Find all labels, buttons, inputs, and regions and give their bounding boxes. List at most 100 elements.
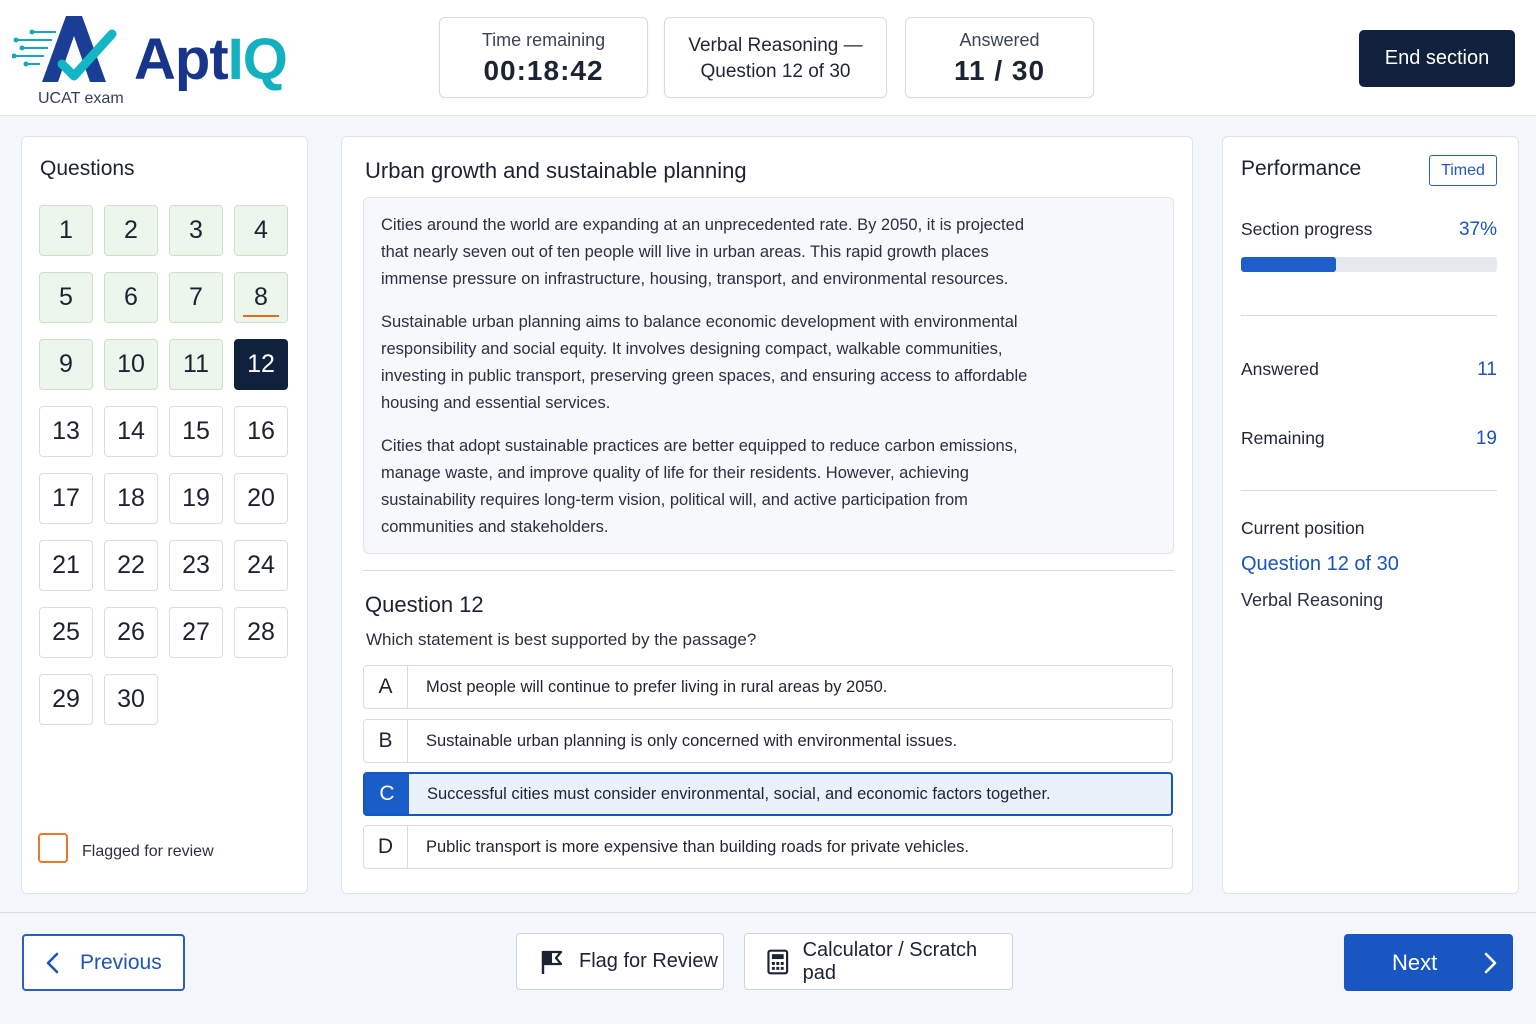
- question-nav-9[interactable]: 9: [39, 339, 93, 390]
- question-nav-number: 16: [247, 417, 275, 445]
- flag-legend-label: Flagged for review: [82, 843, 214, 860]
- answer-option-c[interactable]: C Successful cities must consider enviro…: [363, 772, 1173, 816]
- question-nav-19[interactable]: 19: [169, 473, 223, 524]
- question-nav-23[interactable]: 23: [169, 540, 223, 591]
- question-nav-11[interactable]: 11: [169, 339, 223, 390]
- answered-row: Answered 11: [1241, 359, 1497, 381]
- section-progress-label: Section progress: [1241, 219, 1373, 239]
- question-nav-8[interactable]: 8: [234, 272, 288, 323]
- next-label: Next: [1392, 949, 1438, 975]
- current-section-name: Verbal Reasoning: [1241, 590, 1384, 610]
- question-nav-number: 14: [117, 417, 145, 445]
- section-progress-row: Section progress 37%: [1241, 219, 1497, 241]
- question-nav-7[interactable]: 7: [169, 272, 223, 323]
- question-nav-29[interactable]: 29: [39, 674, 93, 725]
- question-nav-2[interactable]: 2: [104, 205, 158, 256]
- previous-button[interactable]: Previous: [22, 934, 185, 991]
- question-nav-number: 19: [182, 484, 210, 512]
- option-letter: A: [364, 666, 408, 708]
- passage-text: Cities around the world are expanding at…: [363, 197, 1174, 554]
- question-nav-number: 10: [117, 350, 145, 378]
- chevron-right-icon: [1484, 952, 1497, 973]
- question-nav-28[interactable]: 28: [234, 607, 288, 658]
- question-nav-24[interactable]: 24: [234, 540, 288, 591]
- answer-option-a[interactable]: A Most people will continue to prefer li…: [363, 665, 1173, 709]
- question-nav-26[interactable]: 26: [104, 607, 158, 658]
- divider: [1241, 490, 1497, 491]
- question-nav-number: 5: [59, 283, 73, 311]
- performance-title: Performance: [1241, 157, 1362, 180]
- flag-legend-swatch: [38, 833, 68, 863]
- question-nav-6[interactable]: 6: [104, 272, 158, 323]
- question-nav-30[interactable]: 30: [104, 674, 158, 725]
- flag-for-review-button[interactable]: Flag for Review: [516, 933, 724, 990]
- question-nav-number: 26: [117, 618, 145, 646]
- answered-box: Answered 11 / 30: [905, 17, 1094, 98]
- question-nav-27[interactable]: 27: [169, 607, 223, 658]
- question-nav-number: 24: [247, 551, 275, 579]
- question-nav-16[interactable]: 16: [234, 406, 288, 457]
- question-nav-number: 3: [189, 216, 203, 244]
- passage-paragraph: Sustainable urban planning aims to balan…: [381, 313, 1028, 412]
- brand-logo: AptIQ UCAT exam: [12, 14, 292, 110]
- perf-answered-value: 11: [1477, 359, 1497, 380]
- question-nav-number: 23: [182, 551, 210, 579]
- question-nav-20[interactable]: 20: [234, 473, 288, 524]
- question-nav-number: 4: [254, 216, 268, 244]
- aptiq-logo-icon: [12, 16, 117, 82]
- answer-option-b[interactable]: B Sustainable urban planning is only con…: [363, 719, 1173, 763]
- questions-panel: Questions 1 2 3 4 5 6 7 8 9 10 11 12 13 14 15 16 17 18 19 2…: [21, 136, 308, 894]
- section-progress-fill: [1241, 257, 1336, 272]
- perf-remaining-label: Remaining: [1241, 428, 1325, 448]
- question-nav-12[interactable]: 12: [234, 339, 288, 390]
- question-nav-3[interactable]: 3: [169, 205, 223, 256]
- divider: [363, 570, 1174, 571]
- option-letter: B: [364, 720, 408, 762]
- question-nav-21[interactable]: 21: [39, 540, 93, 591]
- chevron-left-icon: [46, 952, 59, 973]
- section-name: Verbal Reasoning —: [688, 35, 863, 56]
- end-section-button[interactable]: End section: [1359, 30, 1515, 87]
- question-nav-number: 29: [52, 685, 80, 713]
- bottom-bar: Previous Flag for Review Calculator / Sc…: [0, 912, 1536, 1024]
- timed-badge: Timed: [1429, 155, 1497, 186]
- question-nav-5[interactable]: 5: [39, 272, 93, 323]
- calculator-button[interactable]: Calculator / Scratch pad: [744, 933, 1013, 990]
- timer-value: 00:18:42: [483, 55, 604, 86]
- flag-legend: Flagged for review: [38, 833, 214, 863]
- question-nav-22[interactable]: 22: [104, 540, 158, 591]
- question-nav-25[interactable]: 25: [39, 607, 93, 658]
- question-navigator: 1 2 3 4 5 6 7 8 9 10 11 12 13 14 15 16 17 18 19 20 21 22 23 24 2…: [39, 205, 288, 725]
- question-nav-number: 11: [183, 350, 209, 378]
- question-nav-14[interactable]: 14: [104, 406, 158, 457]
- question-nav-10[interactable]: 10: [104, 339, 158, 390]
- previous-label: Previous: [80, 950, 162, 974]
- section-progress-bar: [1241, 257, 1497, 272]
- question-nav-1[interactable]: 1: [39, 205, 93, 256]
- passage-title: Urban growth and sustainable planning: [365, 158, 747, 183]
- question-nav-number: 7: [189, 283, 203, 311]
- section-question-count: Question 12 of 30: [700, 61, 851, 82]
- question-nav-number: 20: [247, 484, 275, 512]
- question-nav-4[interactable]: 4: [234, 205, 288, 256]
- question-nav-13[interactable]: 13: [39, 406, 93, 457]
- option-letter: D: [364, 826, 408, 868]
- current-position-label: Current position: [1241, 518, 1365, 538]
- remaining-row: Remaining 19: [1241, 428, 1497, 450]
- question-nav-number: 12: [247, 350, 275, 378]
- question-nav-number: 2: [124, 216, 138, 244]
- question-nav-number: 28: [247, 618, 275, 646]
- question-nav-18[interactable]: 18: [104, 473, 158, 524]
- question-nav-number: 22: [117, 551, 145, 579]
- passage-paragraph: Cities that adopt sustainable practices …: [381, 437, 1018, 536]
- question-nav-15[interactable]: 15: [169, 406, 223, 457]
- brand-subtitle: UCAT exam: [38, 90, 124, 107]
- question-nav-17[interactable]: 17: [39, 473, 93, 524]
- next-button[interactable]: Next: [1344, 934, 1513, 991]
- answer-option-d[interactable]: D Public transport is more expensive tha…: [363, 825, 1173, 869]
- divider: [1241, 315, 1497, 316]
- question-nav-number: 18: [117, 484, 145, 512]
- perf-remaining-value: 19: [1475, 428, 1497, 449]
- flagged-indicator: [243, 315, 279, 317]
- flag-for-review-label: Flag for Review: [579, 950, 718, 972]
